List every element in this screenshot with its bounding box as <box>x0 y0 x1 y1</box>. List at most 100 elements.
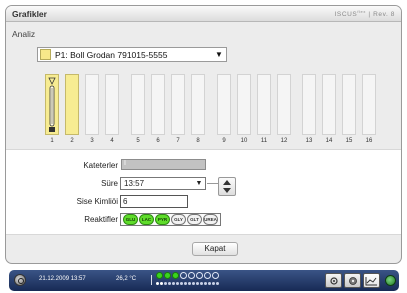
reagent-pyr: PYR <box>155 214 170 225</box>
taskbar-divider <box>151 275 152 285</box>
slot-indicator-dot <box>180 282 183 285</box>
reagent-indicators: GLU LAC PYR GLY GLT UREA <box>120 213 221 226</box>
patient-dropdown-value: P1: Boll Grodan 791015-5555 <box>55 49 168 60</box>
arrow-up-icon <box>223 180 231 185</box>
slot-indicator-dot <box>208 282 211 285</box>
slot-indicator-dot <box>216 282 219 285</box>
slot-indicator-dot <box>176 282 179 285</box>
catheter-slot-16[interactable] <box>362 74 376 135</box>
slot-number: 10 <box>240 138 248 144</box>
slot-number: 8 <box>196 138 200 144</box>
slot-indicator-dot <box>204 282 207 285</box>
catheter-slot-9[interactable] <box>217 74 231 135</box>
chart-icon <box>365 276 377 285</box>
slot-number: 9 <box>222 138 226 144</box>
analysis-form: Kateterler I Süre 13:57 ▼ Sise Kimliöi 6… <box>6 149 401 235</box>
sure-dropdown[interactable]: 13:57 ▼ <box>120 177 206 190</box>
section-title: Analiz <box>12 29 36 39</box>
status-dot <box>164 272 171 279</box>
close-button[interactable]: Kapat <box>192 242 238 256</box>
slot-indicator-dot <box>192 282 195 285</box>
status-dot <box>180 272 187 279</box>
slot-number: 16 <box>365 138 373 144</box>
slot-indicator-dot <box>184 282 187 285</box>
slot-indicator-dot <box>196 282 199 285</box>
catheter-slot-5[interactable] <box>131 74 145 135</box>
status-dot <box>196 272 203 279</box>
status-dot <box>212 272 219 279</box>
chevron-down-icon: ▼ <box>215 50 223 59</box>
sure-label: Süre <box>101 179 118 188</box>
slot-indicator-dot <box>156 282 159 285</box>
slot-number: 7 <box>176 138 180 144</box>
slot-indicator-dot <box>212 282 215 285</box>
catheter-slot-8[interactable] <box>191 74 205 135</box>
catheter-slot-6[interactable] <box>151 74 165 135</box>
slot-number: 13 <box>305 138 313 144</box>
graphs-button[interactable] <box>363 273 380 288</box>
window-title: Grafikler <box>12 8 47 19</box>
gear-button[interactable] <box>325 273 342 288</box>
patient-color-swatch <box>40 49 51 60</box>
slot-number: 1 <box>50 138 54 144</box>
catheter-slot-13[interactable] <box>302 74 316 135</box>
status-mini-indicators <box>156 282 219 285</box>
slot-number: 3 <box>90 138 94 144</box>
status-indicators <box>156 272 219 279</box>
catheter-slot-row <box>45 74 385 135</box>
reagent-gly: GLY <box>171 214 186 225</box>
katater-value: I <box>124 160 126 167</box>
catheter-slot-2[interactable] <box>65 74 79 135</box>
help-icon[interactable] <box>385 275 396 286</box>
slot-number: 2 <box>70 138 74 144</box>
settings-button[interactable] <box>344 273 361 288</box>
catheter-slot-4[interactable] <box>105 74 119 135</box>
status-dot <box>172 272 179 279</box>
slot-indicator-dot <box>168 282 171 285</box>
catheter-slot-11[interactable] <box>257 74 271 135</box>
catheter-slot-10[interactable] <box>237 74 251 135</box>
catheter-slot-14[interactable] <box>322 74 336 135</box>
catheter-slot-1[interactable] <box>45 74 59 135</box>
slot-number: 11 <box>260 138 268 144</box>
slot-number: 6 <box>156 138 160 144</box>
status-dot <box>188 272 195 279</box>
catheter-slot-12[interactable] <box>277 74 291 135</box>
connector-line <box>207 183 218 184</box>
reagent-glt: GLT <box>187 214 202 225</box>
slot-indicator-dot <box>172 282 175 285</box>
slot-indicator-dot <box>188 282 191 285</box>
catheter-slot-7[interactable] <box>171 74 185 135</box>
slot-indicator-dot <box>164 282 167 285</box>
gear-icon <box>329 276 338 285</box>
status-dot <box>156 272 163 279</box>
graphs-window: Grafikler ISCUSflex | Rev. 8 Analiz P1: … <box>5 5 402 264</box>
slot-indicator-dot <box>200 282 203 285</box>
sure-value: 13:57 <box>124 179 145 188</box>
katater-label: Kateterler <box>83 161 118 170</box>
settings-icon <box>348 276 357 285</box>
chevron-down-icon: ▼ <box>195 180 203 187</box>
title-bar: Grafikler ISCUSflex | Rev. 8 <box>6 6 401 22</box>
temperature: 26,2 °C <box>116 276 137 282</box>
taskbar: 21.12.2009 13:57 26,2 °C <box>9 270 399 291</box>
slot-indicator-dot <box>160 282 163 285</box>
catheter-slot-15[interactable] <box>342 74 356 135</box>
catheter-slot-3[interactable] <box>85 74 99 135</box>
bottle-id-input[interactable]: 6 <box>120 195 188 208</box>
reagents-label: Reaktifler <box>84 215 118 224</box>
patient-dropdown[interactable]: P1: Boll Grodan 791015-5555 ▼ <box>37 47 227 62</box>
brand-logo: ISCUSflex | Rev. 8 <box>334 8 395 19</box>
reagent-lac: LAC <box>139 214 154 225</box>
status-dot <box>204 272 211 279</box>
slot-number: 15 <box>345 138 353 144</box>
slot-number: 14 <box>325 138 333 144</box>
kimlik-label: Sise Kimliöi <box>76 197 118 206</box>
slot-number: 12 <box>280 138 288 144</box>
time-stepper[interactable] <box>218 177 236 196</box>
reagent-urea: UREA <box>203 214 218 225</box>
arrow-down-icon <box>223 188 231 193</box>
katater-field: I <box>121 159 206 170</box>
power-icon[interactable] <box>14 274 26 286</box>
reagent-glu: GLU <box>123 214 138 225</box>
